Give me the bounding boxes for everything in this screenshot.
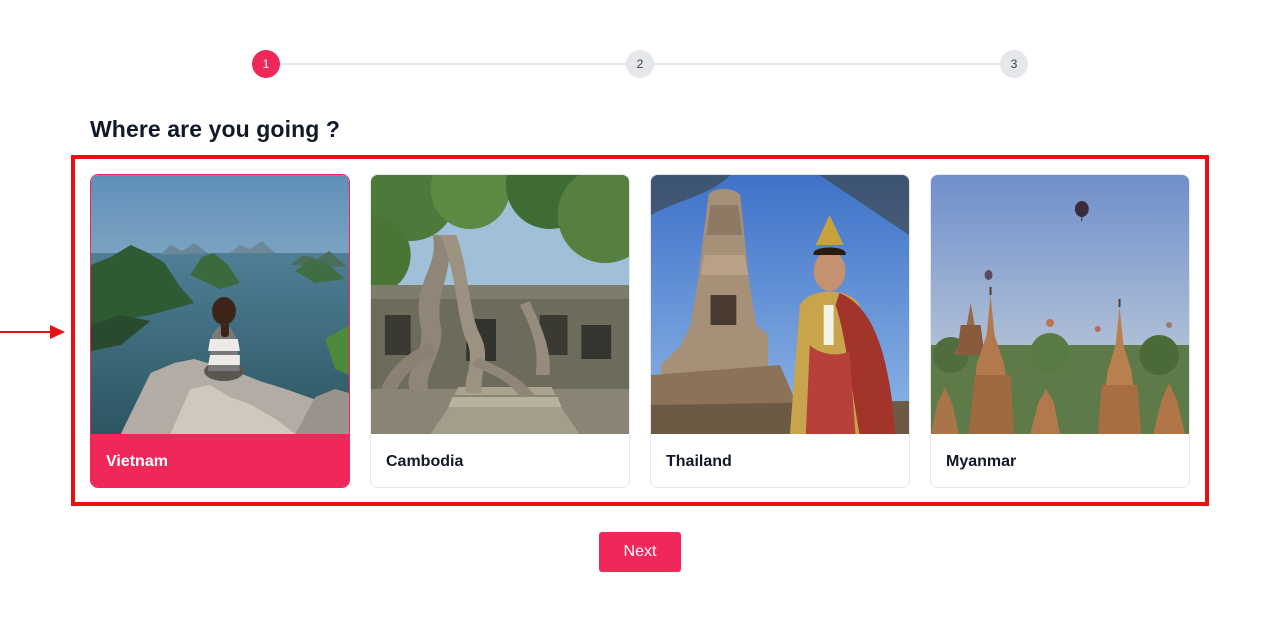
step-2-indicator: 2 [626,50,654,78]
destination-label: Vietnam [91,434,349,487]
destination-label: Myanmar [931,434,1189,487]
destination-label: Thailand [651,434,909,487]
ayutthaya-temple-photo [651,175,909,434]
destination-card-myanmar[interactable]: Myanmar [930,174,1190,488]
destination-card-cambodia[interactable]: Cambodia [370,174,630,488]
progress-stepper: 1 2 3 [252,50,1028,78]
next-button[interactable]: Next [599,532,681,572]
destination-card-thailand[interactable]: Thailand [650,174,910,488]
ha-long-bay-photo [91,175,349,434]
annotation-arrow-icon [0,325,65,339]
bagan-pagodas-photo [931,175,1189,434]
destination-card-vietnam[interactable]: Vietnam [90,174,350,488]
destination-label: Cambodia [371,434,629,487]
page: 1 2 3 Where are you going ? Vietnam Camb… [0,0,1280,628]
step-1-indicator: 1 [252,50,280,78]
ta-prohm-temple-photo [371,175,629,434]
question-heading: Where are you going ? [90,116,341,142]
step-3-indicator: 3 [1000,50,1028,78]
